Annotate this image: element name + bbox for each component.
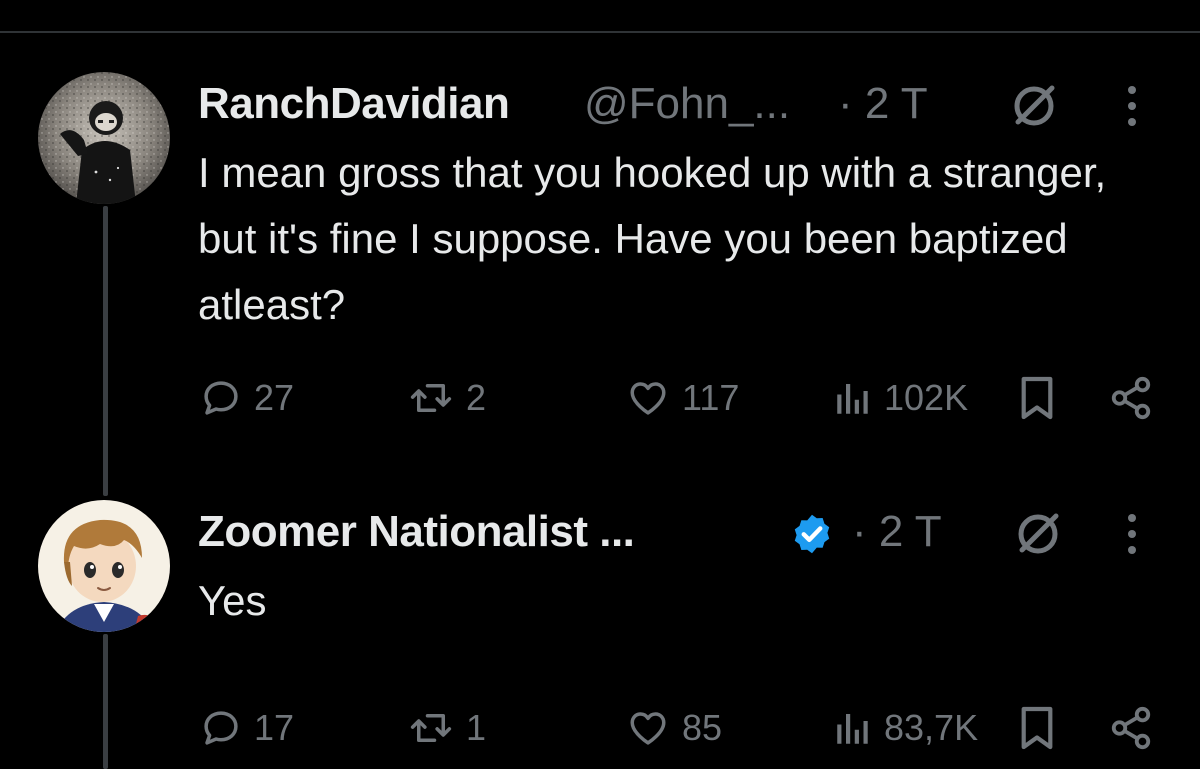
grok-icon[interactable] [1010,82,1058,130]
timestamp[interactable]: · 2 T [838,78,928,130]
repost-button[interactable]: 2 [408,373,486,423]
repost-icon [410,384,452,412]
display-name[interactable]: Zoomer Nationalist ... [198,506,635,558]
avatar[interactable] [38,72,170,204]
thread-line [103,634,108,769]
timestamp[interactable]: · 2 T [852,506,942,558]
grok-icon[interactable] [1014,510,1062,558]
reply-count: 27 [254,377,295,418]
bookmark-icon [1021,706,1053,750]
bookmark-button[interactable] [1018,373,1056,423]
views-button[interactable]: 102K [834,373,968,423]
avatar[interactable] [38,500,170,632]
views-count: 83,7K [884,707,979,748]
bookmark-button[interactable] [1018,703,1056,753]
share-icon [1111,376,1151,420]
tweet-header: RanchDavidian @Fohn_... · 2 T [198,78,1158,130]
reply-count: 17 [254,707,295,748]
views-icon [837,384,868,414]
action-bar: 27 2 117 102K [198,373,1158,423]
more-icon[interactable] [1124,512,1140,556]
repost-count: 2 [466,377,487,418]
reply-button[interactable]: 27 [200,373,294,423]
bookmark-icon [1021,376,1053,420]
like-icon [630,712,666,745]
like-button[interactable]: 117 [626,373,739,423]
views-icon [837,714,868,744]
reply-icon [204,381,238,415]
views-button[interactable]: 83,7K [834,703,978,753]
handle[interactable]: @Fohn_... [584,78,790,130]
thread-line [103,206,108,496]
like-button[interactable]: 85 [626,703,722,753]
reply-icon [204,711,238,745]
repost-icon [410,714,452,742]
more-icon[interactable] [1124,84,1140,128]
tweet-text: Yes [198,577,267,624]
action-bar: 17 1 85 83,7K [198,703,1158,753]
repost-button[interactable]: 1 [408,703,486,753]
tweet-text: I mean gross that you hooked up with a s… [198,149,1107,328]
views-count: 102K [884,377,969,418]
share-button[interactable] [1108,703,1154,753]
like-count: 117 [682,377,740,418]
top-divider [0,31,1200,33]
like-count: 85 [682,707,723,748]
reply-button[interactable]: 17 [200,703,294,753]
display-name[interactable]: RanchDavidian [198,78,510,130]
verified-icon [794,514,830,554]
repost-count: 1 [466,707,487,748]
tweet-header: Zoomer Nationalist ... · 2 T [198,506,1158,558]
share-icon [1111,706,1151,750]
share-button[interactable] [1108,373,1154,423]
like-icon [630,382,666,415]
